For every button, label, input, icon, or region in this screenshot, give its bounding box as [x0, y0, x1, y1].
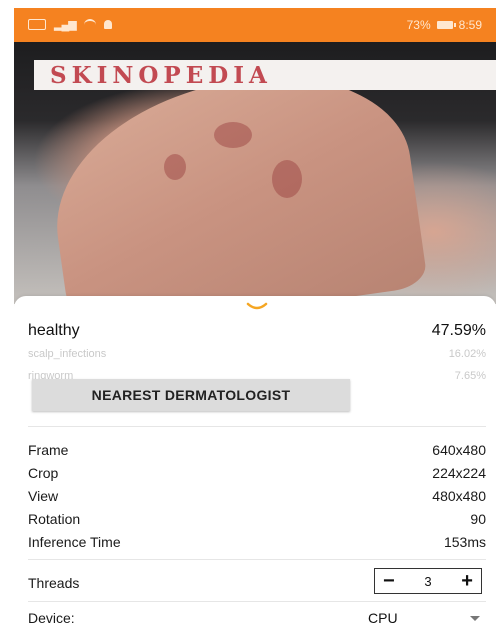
chevron-down-icon[interactable]	[246, 302, 268, 312]
info-value: 224x224	[432, 465, 486, 481]
info-row-crop: Crop 224x224	[28, 465, 486, 481]
result-row: scalp_infections 16.02%	[28, 348, 486, 360]
status-icons-right: 73% 8:59	[407, 18, 482, 32]
nearest-dermatologist-button[interactable]: NEAREST DERMATOLOGIST	[32, 379, 350, 411]
threads-label: Threads	[28, 575, 80, 591]
skin-spot	[272, 160, 302, 198]
hand-image	[39, 58, 429, 304]
wifi-icon	[83, 18, 96, 31]
bottom-sheet: healthy 47.59% scalp_infections 16.02% r…	[14, 296, 496, 626]
skin-spot	[164, 154, 186, 180]
result-label: healthy	[28, 322, 80, 339]
info-value: 480x480	[432, 488, 486, 504]
phone-screen: ▂▄▆ 73% 8:59 SKINOPEDIA healthy 47.59% s…	[14, 8, 496, 626]
result-value: 47.59%	[431, 322, 486, 339]
info-row-rotation: Rotation 90	[28, 511, 486, 527]
threads-value: 3	[424, 573, 432, 589]
info-label: Inference Time	[28, 534, 121, 550]
result-label: scalp_infections	[28, 348, 107, 360]
threads-minus-button[interactable]: −	[383, 571, 395, 591]
result-value: 7.65%	[454, 370, 486, 382]
skin-spot	[214, 122, 252, 148]
device-value: CPU	[368, 610, 398, 626]
camera-preview: SKINOPEDIA	[14, 42, 496, 304]
threads-stepper: − 3 +	[374, 568, 482, 594]
bell-icon	[103, 20, 112, 29]
signal-icon: ▂▄▆	[54, 19, 77, 31]
dropdown-arrow-icon	[470, 615, 480, 621]
threads-plus-button[interactable]: +	[461, 571, 473, 591]
info-row-view: View 480x480	[28, 488, 486, 504]
result-value: 16.02%	[448, 348, 486, 360]
info-label: Rotation	[28, 511, 81, 527]
notification-icon	[28, 19, 46, 30]
device-label: Device:	[28, 610, 75, 626]
app-title: SKINOPEDIA	[50, 61, 272, 89]
divider	[28, 559, 486, 560]
clock: 8:59	[458, 18, 482, 32]
title-banner: SKINOPEDIA	[34, 60, 496, 90]
info-label: Crop	[28, 465, 59, 481]
status-bar: ▂▄▆ 73% 8:59	[14, 8, 496, 42]
info-value: 90	[470, 511, 486, 527]
status-icons-left: ▂▄▆	[28, 18, 112, 31]
info-row-frame: Frame 640x480	[28, 442, 486, 458]
battery-icon	[436, 21, 456, 29]
device-row: Device:	[28, 610, 228, 626]
battery-percent: 73%	[406, 18, 431, 32]
info-row-inference-time: Inference Time 153ms	[28, 534, 486, 550]
info-label: Frame	[28, 442, 69, 458]
device-select[interactable]: CPU	[368, 608, 480, 626]
info-value: 153ms	[443, 534, 486, 550]
divider	[28, 601, 486, 602]
info-value: 640x480	[432, 442, 486, 458]
divider	[28, 426, 486, 427]
info-label: View	[28, 488, 59, 504]
threads-row: Threads	[28, 575, 228, 591]
result-row-top: healthy 47.59%	[28, 322, 486, 340]
